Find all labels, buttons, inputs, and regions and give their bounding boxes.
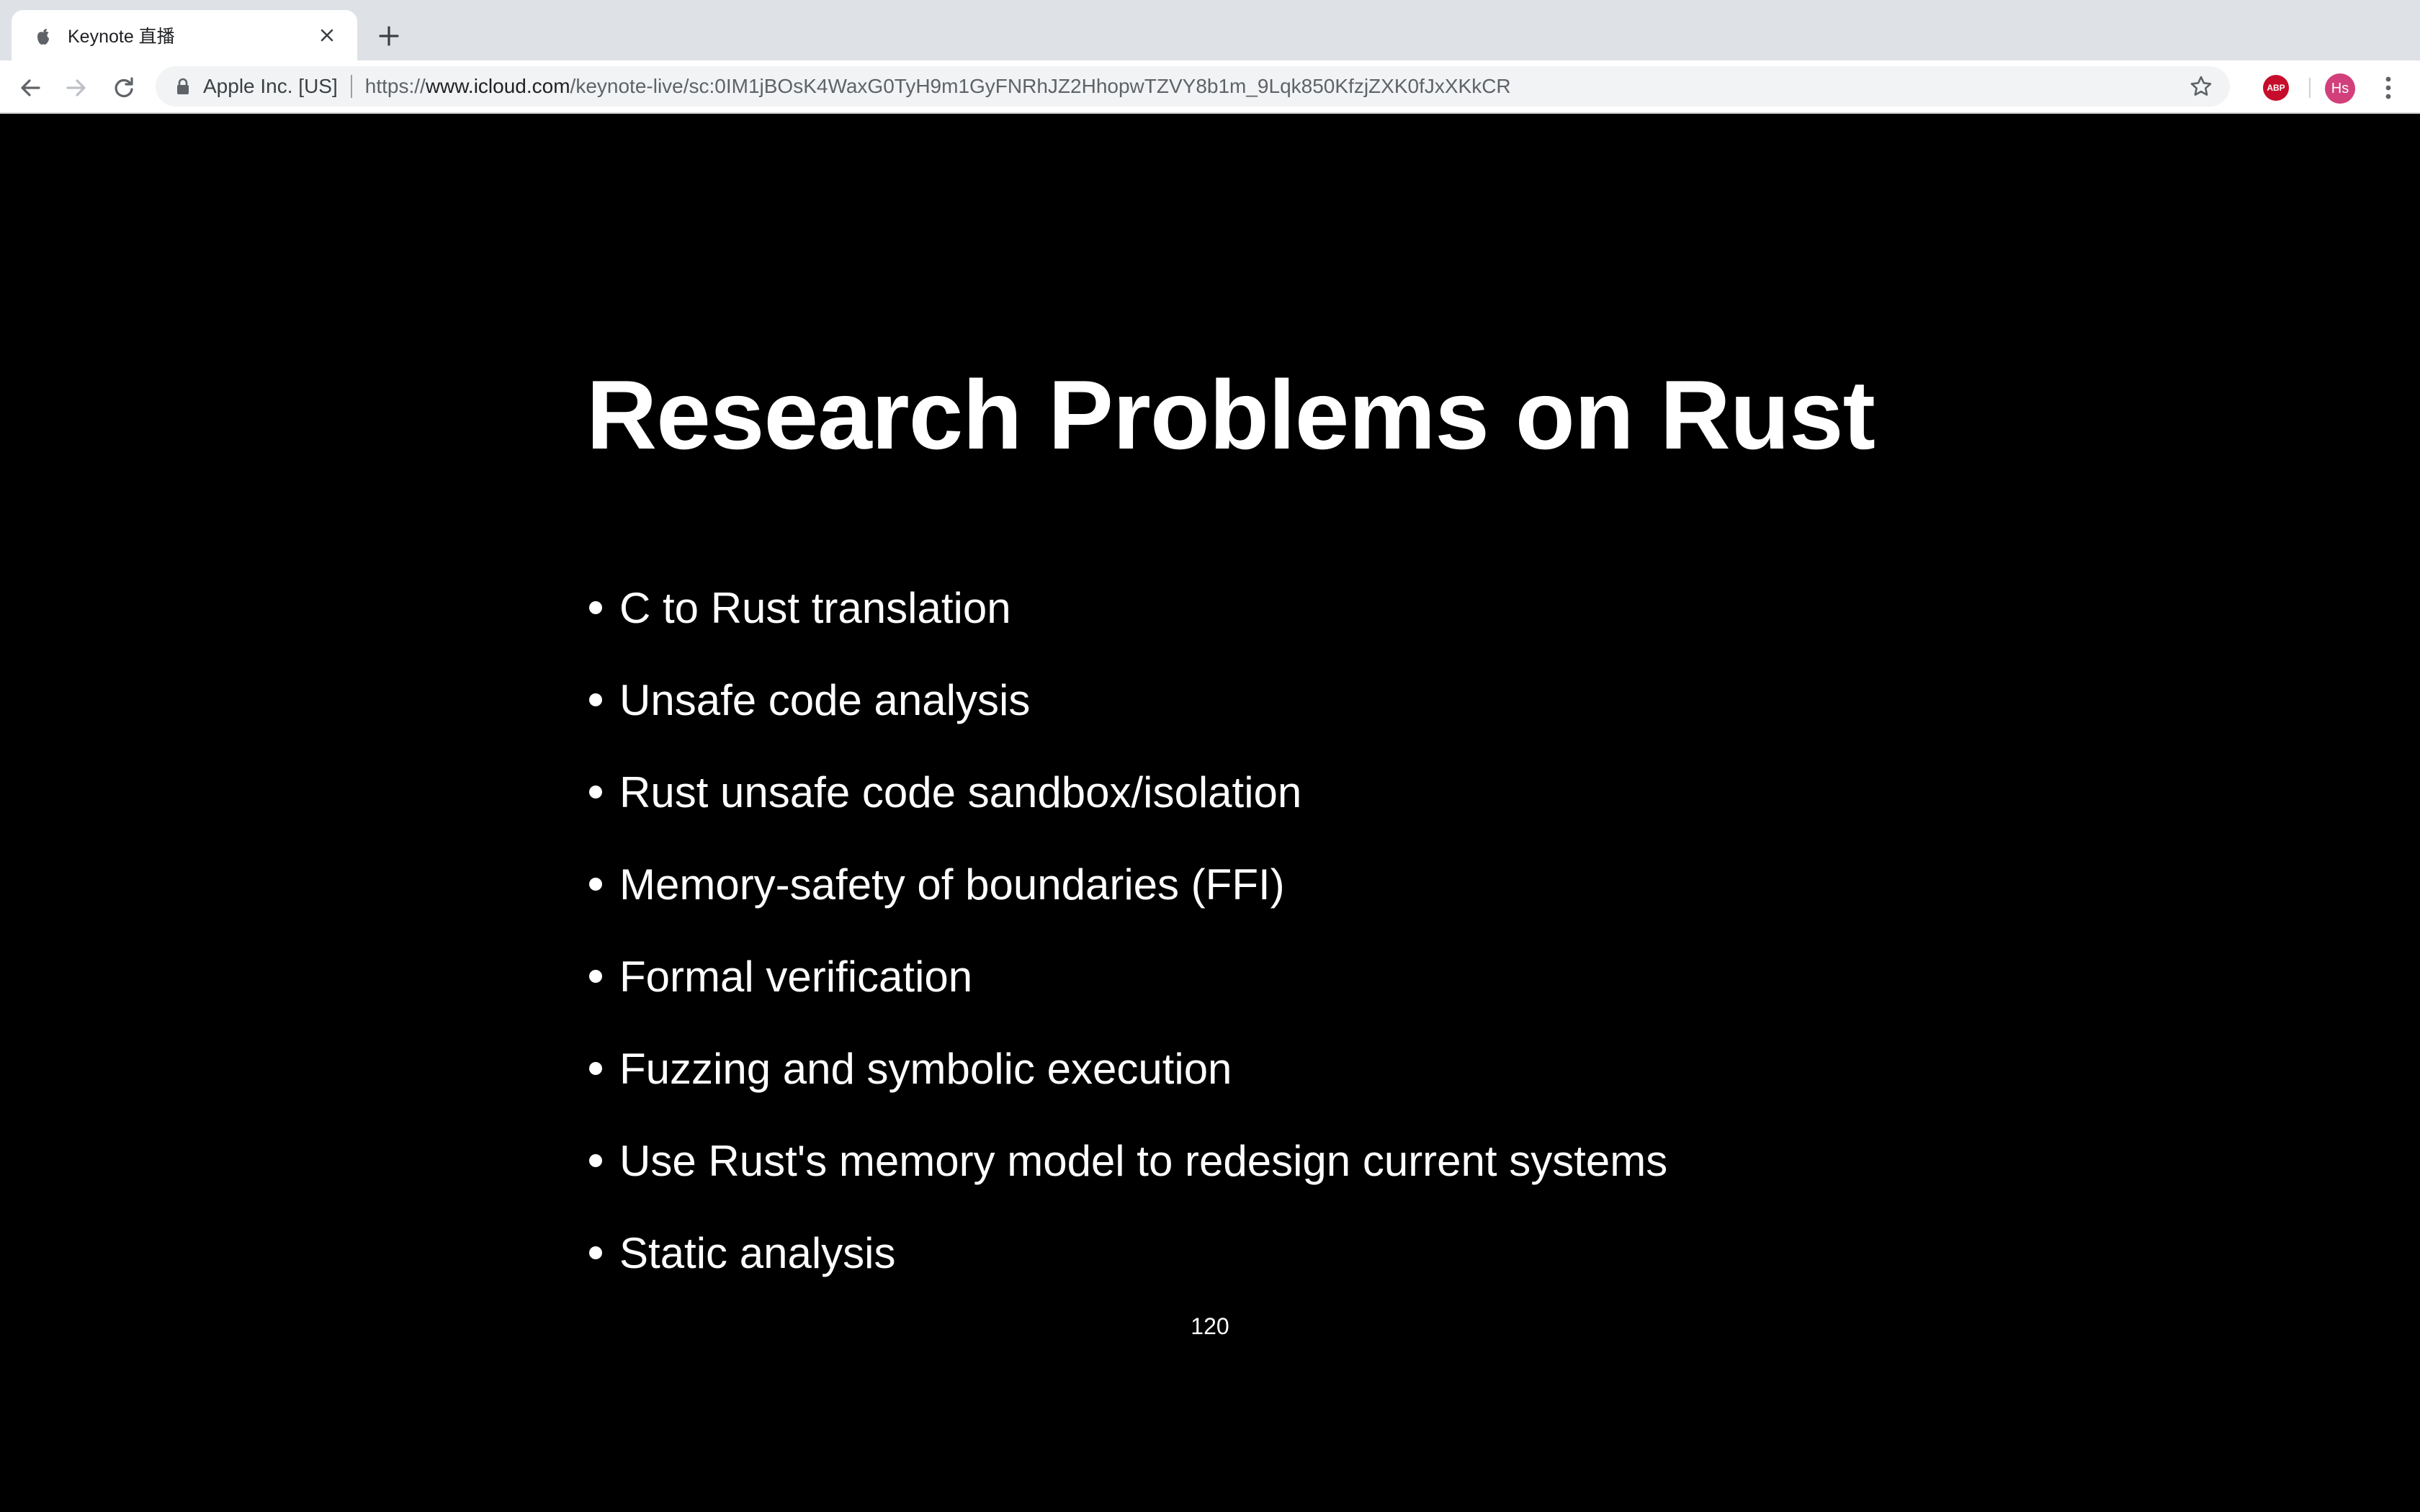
bullet-text: Use Rust's memory model to redesign curr… bbox=[619, 1136, 1668, 1185]
reload-icon bbox=[115, 77, 133, 98]
reload-button[interactable] bbox=[108, 72, 140, 104]
bullet-dot-icon bbox=[589, 1154, 602, 1167]
bullet-item: Unsafe code analysis bbox=[589, 654, 1667, 746]
bullet-item: Use Rust's memory model to redesign curr… bbox=[589, 1115, 1667, 1207]
bullet-text: C to Rust translation bbox=[619, 583, 1011, 632]
close-icon[interactable] bbox=[314, 22, 340, 48]
bullet-dot-icon bbox=[589, 1246, 602, 1259]
bullet-text: Formal verification bbox=[619, 952, 973, 1001]
bullet-text: Static analysis bbox=[619, 1228, 896, 1277]
url-path: /keynote-live/sc:0IM1jBOsK4WaxG0TyH9m1Gy… bbox=[570, 75, 1511, 97]
bullet-list: C to Rust translation Unsafe code analys… bbox=[589, 562, 1667, 1299]
apple-icon bbox=[32, 24, 55, 47]
bullet-dot-icon bbox=[589, 786, 602, 798]
avatar-initials: Hs bbox=[2331, 80, 2349, 96]
bullet-text: Unsafe code analysis bbox=[619, 675, 1031, 724]
arrow-right-icon bbox=[66, 79, 86, 96]
browser-menu-button[interactable] bbox=[2374, 73, 2403, 102]
forward-button[interactable] bbox=[60, 72, 92, 104]
bullet-item: Fuzzing and symbolic execution bbox=[589, 1022, 1667, 1115]
adblock-extension-icon[interactable]: ABP bbox=[2263, 75, 2289, 101]
slide-page-number: 120 bbox=[1191, 1313, 1229, 1339]
browser-tab-keynote[interactable]: Keynote 直播 bbox=[12, 10, 357, 60]
address-bar[interactable]: Apple Inc. [US] https://www.icloud.com/k… bbox=[156, 66, 2230, 107]
bullet-dot-icon bbox=[589, 878, 602, 891]
site-identity-label[interactable]: Apple Inc. [US] bbox=[203, 75, 338, 98]
url-scheme: https:// bbox=[364, 75, 426, 97]
tab-title: Keynote 直播 bbox=[68, 27, 175, 47]
url-host: www.icloud.com bbox=[425, 75, 570, 97]
bookmark-star-icon[interactable] bbox=[2187, 72, 2215, 101]
arrow-left-icon bbox=[21, 79, 40, 96]
back-button[interactable] bbox=[14, 72, 46, 104]
lock-icon[interactable] bbox=[173, 76, 193, 96]
browser-toolbar: Apple Inc. [US] https://www.icloud.com/k… bbox=[0, 60, 2420, 114]
bullet-dot-icon bbox=[589, 601, 602, 614]
bullet-item: Static analysis bbox=[589, 1207, 1667, 1299]
adblock-label: ABP bbox=[2267, 83, 2285, 93]
bullet-text: Fuzzing and symbolic execution bbox=[619, 1044, 1232, 1093]
bullet-dot-icon bbox=[589, 693, 602, 706]
bullet-item: C to Rust translation bbox=[589, 562, 1667, 654]
bullet-dot-icon bbox=[589, 970, 602, 983]
bullet-item: Formal verification bbox=[589, 930, 1667, 1022]
bullet-text: Memory-safety of boundaries (FFI) bbox=[619, 860, 1285, 909]
keynote-slide: Research Problems on Rust C to Rust tran… bbox=[0, 114, 2420, 1512]
bullet-item: Memory-safety of boundaries (FFI) bbox=[589, 838, 1667, 930]
bullet-item: Rust unsafe code sandbox/isolation bbox=[589, 746, 1667, 838]
url-text[interactable]: https://www.icloud.com/keynote-live/sc:0… bbox=[365, 75, 2187, 98]
new-tab-button[interactable] bbox=[372, 19, 406, 53]
more-vertical-icon bbox=[2385, 76, 2391, 99]
omnibox-separator bbox=[350, 75, 352, 98]
bullet-text: Rust unsafe code sandbox/isolation bbox=[619, 768, 1302, 816]
bullet-dot-icon bbox=[589, 1062, 602, 1075]
profile-avatar[interactable]: Hs bbox=[2325, 73, 2355, 104]
slide-title: Research Problems on Rust bbox=[586, 360, 1876, 469]
toolbar-divider bbox=[2309, 78, 2311, 98]
plus-icon bbox=[379, 26, 399, 46]
tab-strip: Keynote 直播 bbox=[0, 0, 2420, 60]
